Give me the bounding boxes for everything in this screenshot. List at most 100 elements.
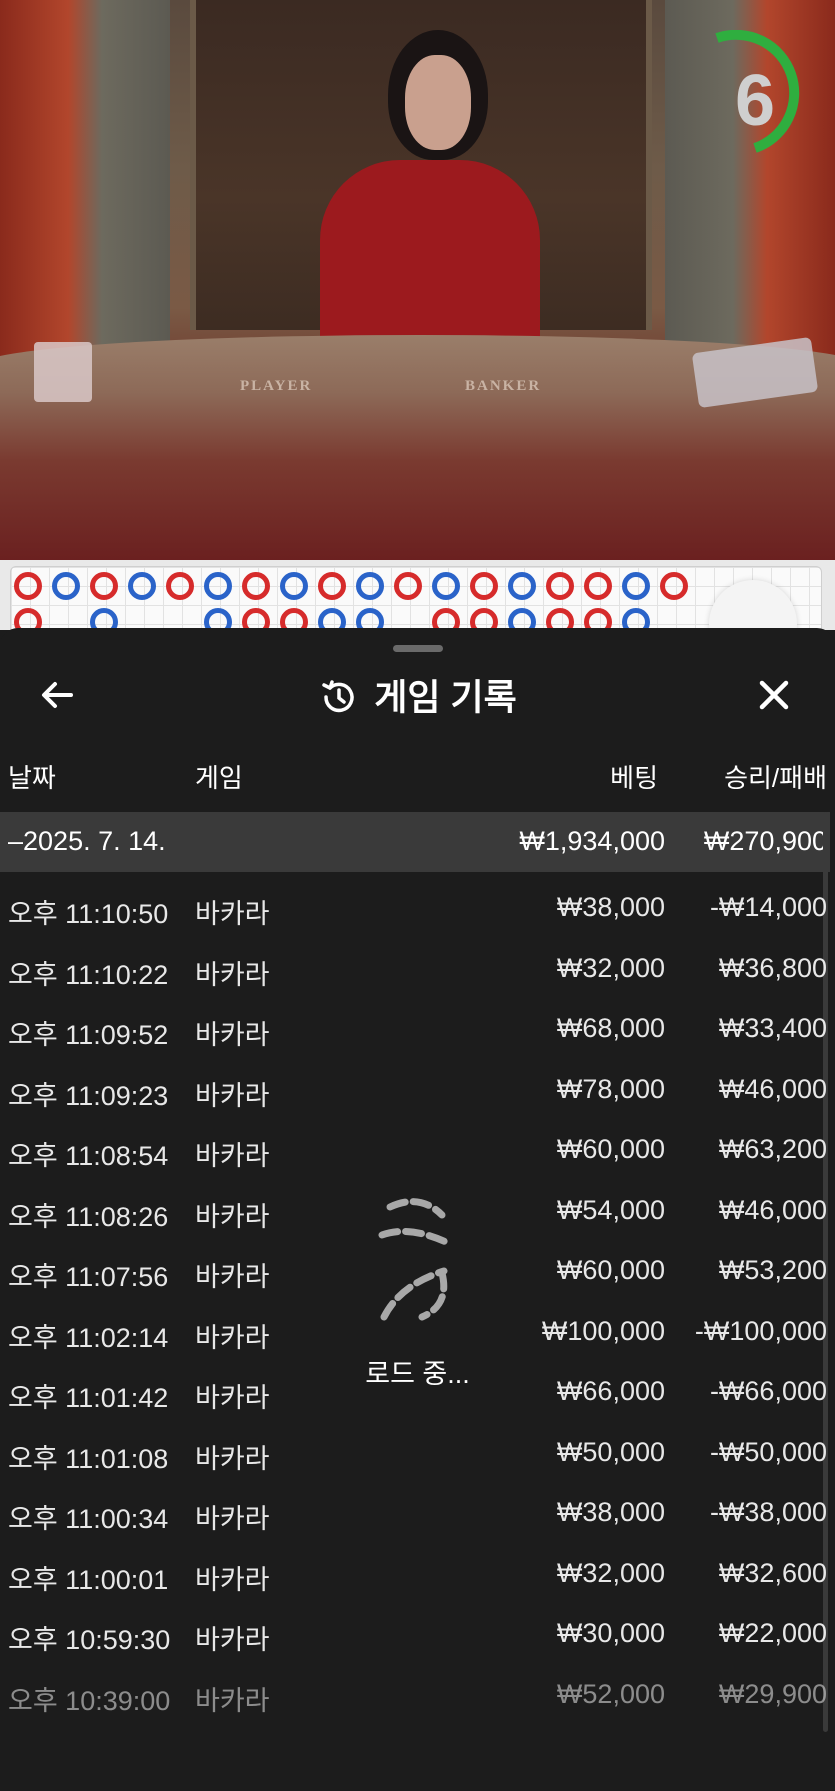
player-bead [508,608,536,630]
row-time: 오후 10:59:30 [8,1625,171,1655]
player-bead [622,608,650,630]
dealer-body [320,160,540,350]
row-win-loss: ₩53,200 [718,1255,827,1285]
player-bead [52,572,80,600]
banker-bead [546,608,574,630]
table-label-player: PLAYER [240,378,313,394]
banker-bead [166,572,194,600]
history-row[interactable]: 오후 11:00:34 바카라 ₩38,000 -₩38,000 [0,1483,830,1544]
row-game: 바카라 [195,1141,270,1171]
row-win-loss: ₩22,000 [718,1618,827,1648]
row-time: 오후 11:09:52 [8,1020,169,1050]
row-win-loss: ₩46,000 [718,1073,827,1104]
spinner-icon [378,1198,452,1321]
player-bead [508,572,536,600]
row-bet: ₩54,000 [556,1194,665,1225]
row-time: 오후 10:39:00 [8,1685,171,1716]
day-summary-row[interactable]: –2025. 7. 14. ₩1,934,000 ₩270,900 [0,812,830,872]
row-time: 오후 11:09:23 [8,1080,169,1111]
table-label-banker: BANKER [465,378,542,394]
banker-bead [584,608,612,630]
row-bet: ₩60,000 [556,1255,665,1285]
banker-bead [318,572,346,600]
banker-bead [546,572,574,600]
banker-bead [14,572,42,600]
player-bead [90,608,118,630]
column-header-bet: 베팅 [610,763,658,793]
row-time: 오후 11:00:01 [8,1564,169,1595]
player-bead [318,608,346,630]
column-header-game: 게임 [195,763,243,793]
row-game: 바카라 [195,1080,270,1111]
banker-bead [280,608,308,630]
row-bet: ₩100,000 [541,1315,665,1346]
loading-text: 로드 중... [365,1359,470,1389]
banker-bead [394,572,422,600]
day-summary-win-loss: ₩270,900 [703,826,827,856]
column-header-date: 날짜 [8,763,56,793]
row-bet: ₩68,000 [556,1013,665,1043]
close-icon [759,680,789,710]
row-game: 바카라 [195,899,270,929]
row-bet: ₩52,000 [556,1678,665,1709]
player-bead [280,572,308,600]
day-summary-bet: ₩1,934,000 [519,826,665,856]
row-time: 오후 11:10:50 [8,899,169,929]
drag-handle[interactable] [393,645,443,652]
banker-bead [584,572,612,600]
row-time: 오후 11:00:34 [8,1504,169,1534]
row-bet: ₩38,000 [556,892,665,922]
history-row[interactable]: 오후 11:10:50 바카라 ₩38,000 -₩14,000 [0,878,830,939]
row-game: 바카라 [195,1504,270,1534]
row-win-loss: -₩50,000 [709,1436,827,1467]
sheet-title-text: 게임 기록 [374,676,517,718]
row-bet: ₩30,000 [556,1618,665,1648]
row-time: 오후 11:07:56 [8,1262,169,1292]
row-game: 바카라 [195,1625,270,1655]
row-game: 바카라 [195,1262,270,1292]
row-game: 바카라 [195,1443,270,1474]
history-row[interactable]: 오후 11:10:22 바카라 ₩32,000 ₩36,800 [0,939,830,1000]
row-time: 오후 11:08:26 [8,1201,169,1232]
row-game: 바카라 [195,1685,270,1716]
history-row[interactable]: 오후 11:08:54 바카라 ₩60,000 ₩63,200 [0,1120,830,1181]
row-win-loss: ₩36,800 [718,952,827,983]
history-row[interactable]: 오후 11:09:23 바카라 ₩78,000 ₩46,000 [0,1060,830,1121]
player-bead [622,572,650,600]
row-time: 오후 11:02:14 [8,1322,169,1353]
banker-bead [660,572,688,600]
history-row[interactable]: 오후 11:09:52 바카라 ₩68,000 ₩33,400 [0,999,830,1060]
close-button[interactable] [751,672,797,718]
banker-bead [242,572,270,600]
banker-bead [432,608,460,630]
column-header-win-loss: 승리/패배 [724,763,827,793]
banker-bead [90,572,118,600]
player-bead [204,608,232,630]
player-bead [128,572,156,600]
row-win-loss: ₩63,200 [718,1134,827,1164]
history-row[interactable]: 오후 10:59:30 바카라 ₩30,000 ₩22,000 [0,1604,830,1665]
row-win-loss: -₩38,000 [709,1497,827,1527]
row-bet: ₩38,000 [556,1497,665,1527]
row-bet: ₩60,000 [556,1134,665,1164]
dealer-face [405,55,471,150]
player-bead [356,572,384,600]
player-bead [204,572,232,600]
history-row[interactable]: 오후 11:01:08 바카라 ₩50,000 -₩50,000 [0,1423,830,1484]
row-time: 오후 11:08:54 [8,1141,169,1171]
day-summary-date: –2025. 7. 14. [8,826,166,856]
row-bet: ₩78,000 [556,1073,665,1104]
row-game: 바카라 [195,959,270,990]
player-bead [432,572,460,600]
row-bet: ₩32,000 [556,1557,665,1588]
history-row[interactable]: 오후 10:39:00 바카라 ₩52,000 ₩29,900 [0,1665,830,1726]
row-win-loss: ₩33,400 [718,1013,827,1043]
history-row[interactable]: 오후 11:00:01 바카라 ₩32,000 ₩32,600 [0,1544,830,1605]
card-box [34,342,92,402]
history-icon [322,680,354,713]
banker-bead [470,572,498,600]
row-game: 바카라 [195,1020,270,1050]
countdown-timer: 6 [734,61,775,141]
row-win-loss: ₩46,000 [718,1194,827,1225]
row-game: 바카라 [195,1322,270,1353]
